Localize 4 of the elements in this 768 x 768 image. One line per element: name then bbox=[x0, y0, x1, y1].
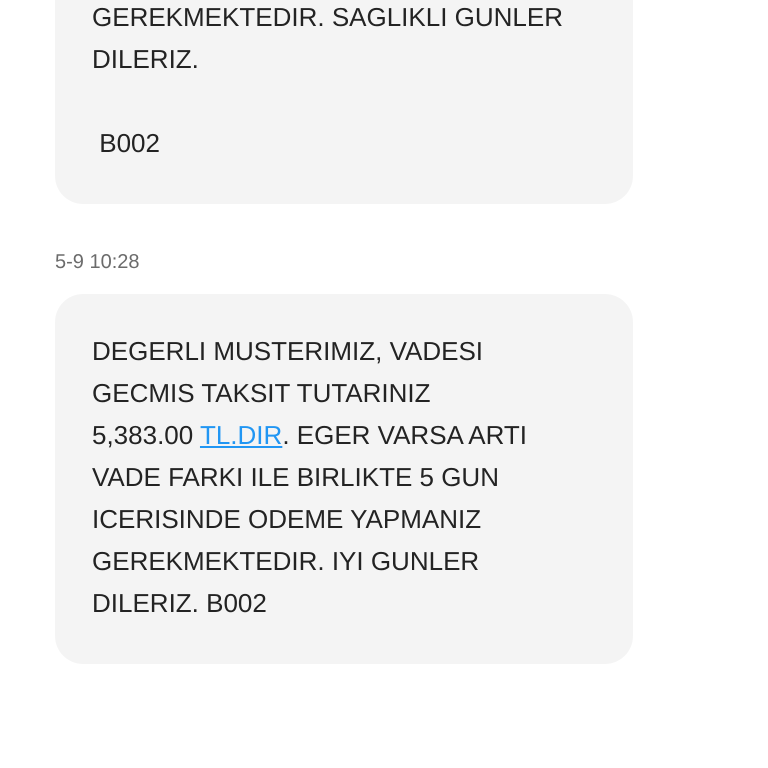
message-link[interactable]: TL.DIR bbox=[200, 420, 282, 450]
message-text: GEREKMEKTEDIR. SAGLIKLI GUNLER DILERIZ. B002 bbox=[92, 1, 564, 160]
message-text: DEGERLI MUSTERIMIZ, VADESI GECMIS TAKSIT TUTARINIZ 5,383.00 TL.DIR. EGER VARSA ARTI VADE FARKI ILE BIRLIKTE 5 GUN ICERISINDE ODEME YAPMANIZ GEREKMEKTEDIR. IYI GUNLER DILERIZ. B002 bbox=[92, 335, 528, 620]
message-timestamp: 5-9 10:28 bbox=[55, 250, 140, 275]
